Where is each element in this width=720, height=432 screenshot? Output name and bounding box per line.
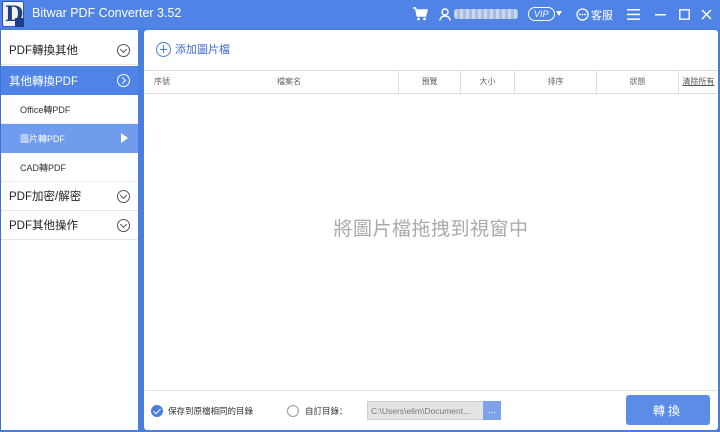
plus-circle-icon (156, 41, 171, 57)
sidebar-item-image-to-pdf[interactable]: 圖片轉PDF (1, 124, 138, 153)
sidebar-category-label: PDF加密/解密 (9, 191, 82, 203)
close-icon[interactable] (698, 0, 714, 28)
user-icon[interactable] (438, 0, 452, 28)
sidebar-category-label: PDF轉換其他 (9, 45, 78, 57)
sidebar-item-cad-to-pdf[interactable]: CAD轉PDF (1, 153, 138, 182)
customer-service-link[interactable]: 客服 (591, 7, 613, 23)
custom-dir-label[interactable]: 自訂目錄： (305, 405, 348, 417)
drop-zone-hint: 將圖片檔拖拽到視窗中 (333, 219, 529, 240)
sidebar-category-other-to-pdf[interactable]: 其他轉換PDF (1, 66, 138, 95)
sidebar-category-label: PDF其他操作 (9, 220, 78, 232)
chat-icon[interactable] (575, 0, 589, 28)
vip-dropdown-caret-icon[interactable] (556, 11, 562, 16)
chevron-down-icon (117, 44, 130, 57)
column-header-status[interactable]: 狀態 (596, 71, 678, 93)
main-panel: 添加圖片檔 序號 檔案名 預覽 大小 排序 狀態 清除所有 將圖片檔拖拽到視窗中… (144, 30, 718, 430)
sidebar-item-label: Office轉PDF (20, 104, 71, 115)
vip-badge[interactable]: VIP (528, 7, 555, 21)
selected-arrow-icon (121, 133, 128, 143)
column-header-filename[interactable]: 檔案名 (180, 71, 398, 93)
clear-all-link[interactable]: 清除所有 (678, 71, 718, 93)
sidebar-item-label: 圖片轉PDF (20, 134, 66, 144)
sidebar-category-encrypt-decrypt[interactable]: PDF加密/解密 (1, 182, 138, 211)
convert-button[interactable]: 轉換 (626, 395, 710, 425)
add-image-label: 添加圖片檔 (175, 44, 230, 56)
custom-dir-radio[interactable] (287, 405, 299, 417)
output-options-bar: 保存到原檔相同的目錄 自訂目錄： ... 轉換 (144, 390, 718, 430)
save-same-dir-label[interactable]: 保存到原檔相同的目錄 (168, 405, 253, 417)
sidebar-item-label: CAD轉PDF (20, 162, 67, 173)
column-header-index[interactable]: 序號 (144, 71, 180, 93)
sidebar: PDF轉換其他 其他轉換PDF Office轉PDF 圖片轉PDF CAD轉PD… (0, 30, 138, 430)
app-title: Bitwar PDF Converter 3.52 (32, 6, 182, 20)
output-path-field[interactable] (367, 401, 483, 420)
chevron-down-icon (117, 219, 130, 232)
minimize-icon[interactable] (652, 0, 668, 28)
add-image-button[interactable]: 添加圖片檔 (156, 40, 230, 58)
maximize-icon[interactable] (676, 0, 692, 28)
chevron-down-icon (117, 190, 130, 203)
cart-icon[interactable] (411, 0, 429, 28)
title-bar: D Bitwar PDF Converter 3.52 VIP 客服 (0, 0, 720, 28)
column-header-preview[interactable]: 預覽 (398, 71, 460, 93)
app-logo: D (2, 1, 24, 27)
column-header-size[interactable]: 大小 (460, 71, 514, 93)
account-name-masked[interactable] (454, 9, 518, 19)
logo-corner (15, 18, 24, 27)
sidebar-category-pdf-to-other[interactable]: PDF轉換其他 (1, 36, 138, 65)
file-table-header: 序號 檔案名 預覽 大小 排序 狀態 清除所有 (144, 70, 718, 94)
menu-icon[interactable] (625, 0, 641, 28)
sidebar-category-other-operations[interactable]: PDF其他操作 (1, 211, 138, 240)
chevron-right-icon (117, 74, 130, 87)
browse-button[interactable]: ... (483, 401, 501, 420)
save-same-dir-radio[interactable] (151, 405, 163, 417)
column-header-order[interactable]: 排序 (514, 71, 596, 93)
sidebar-category-label: 其他轉換PDF (9, 75, 78, 88)
sidebar-item-office-to-pdf[interactable]: Office轉PDF (1, 95, 138, 124)
